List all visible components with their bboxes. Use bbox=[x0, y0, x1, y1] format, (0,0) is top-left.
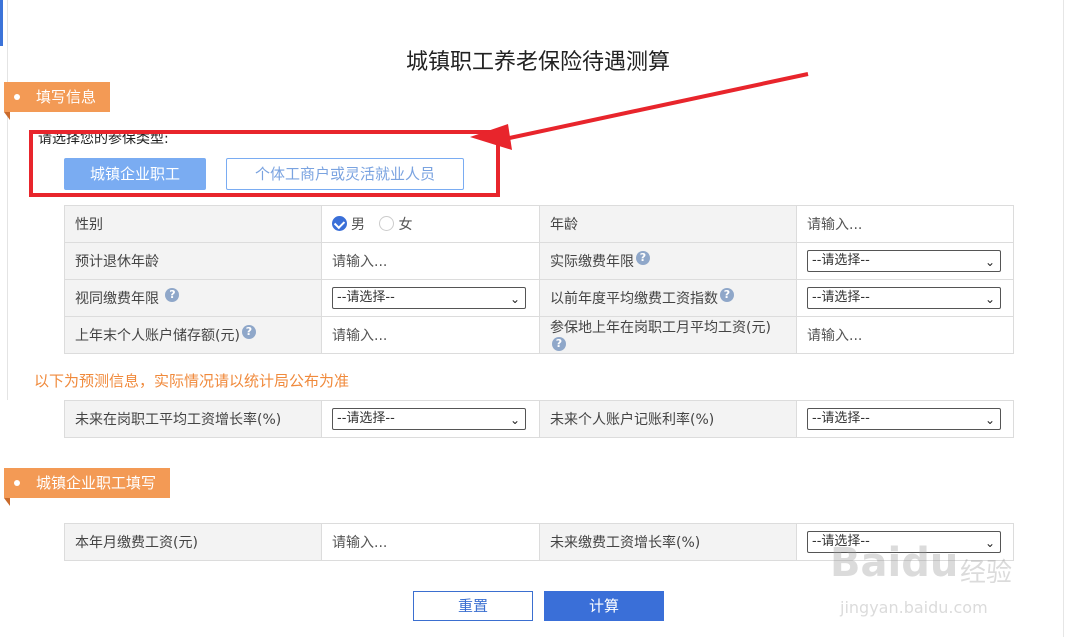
retire-age-input[interactable]: 请输入... bbox=[321, 242, 540, 280]
avg-wage-input[interactable]: 请输入... bbox=[796, 316, 1014, 354]
basic-info-table: 性别 男 女 年龄 请输入... 预计退休年龄 请输入... 实际缴费年限? -… bbox=[64, 205, 1014, 354]
gender-male-radio[interactable] bbox=[332, 216, 347, 231]
actual-years-select[interactable]: --请选择-- ⌄ bbox=[807, 250, 1001, 272]
gender-radio-group: 男 女 bbox=[321, 205, 540, 243]
gender-male-label: 男 bbox=[351, 217, 365, 233]
account-rate-cell: --请选择-- ⌄ bbox=[796, 400, 1014, 438]
wage-growth-select-value: --请选择-- bbox=[337, 411, 395, 426]
avg-index-select[interactable]: --请选择-- ⌄ bbox=[807, 287, 1001, 309]
table-row: 预计退休年龄 请输入... 实际缴费年限? --请选择-- ⌄ bbox=[64, 242, 1014, 280]
calculate-button[interactable]: 计算 bbox=[544, 591, 664, 621]
retire-age-label: 预计退休年龄 bbox=[64, 242, 322, 280]
account-balance-label: 上年末个人账户储存额(元) bbox=[75, 328, 240, 344]
reset-button[interactable]: 重置 bbox=[413, 591, 533, 621]
deemed-years-select-value: --请选择-- bbox=[337, 290, 395, 305]
help-icon[interactable]: ? bbox=[636, 251, 650, 265]
watermark-cn: 经验 bbox=[960, 558, 1013, 588]
wage-growth-select[interactable]: --请选择-- ⌄ bbox=[332, 408, 526, 430]
age-label: 年龄 bbox=[539, 205, 797, 243]
help-icon[interactable]: ? bbox=[165, 288, 180, 302]
help-icon[interactable]: ? bbox=[552, 337, 566, 351]
deemed-years-select[interactable]: --请选择-- ⌄ bbox=[332, 287, 526, 309]
table-row: 视同缴费年限 ? --请选择-- ⌄ 以前年度平均缴费工资指数? --请选择-- ⌄ bbox=[64, 279, 1014, 317]
account-rate-label: 未来个人账户记账利率(%) bbox=[539, 400, 797, 438]
watermark-url: jingyan.baidu.com bbox=[840, 598, 988, 617]
avg-index-label-cell: 以前年度平均缴费工资指数? bbox=[539, 279, 797, 317]
gender-female-radio[interactable] bbox=[379, 216, 395, 231]
avg-index-cell: --请选择-- ⌄ bbox=[796, 279, 1014, 317]
baidu-jingyan-watermark: Baidu 经验 jingyan.baidu.com bbox=[830, 518, 1040, 628]
table-row: 性别 男 女 年龄 请输入... bbox=[64, 205, 1014, 243]
table-row: 上年末个人账户储存额(元)? 请输入... 参保地上年在岗职工月平均工资(元)?… bbox=[64, 316, 1014, 354]
future-growth-label: 未来缴费工资增长率(%) bbox=[539, 523, 797, 561]
actual-years-label-cell: 实际缴费年限? bbox=[539, 242, 797, 280]
chevron-down-icon: ⌄ bbox=[509, 292, 520, 306]
section-urban-fill: 城镇企业职工填写 bbox=[4, 468, 171, 506]
forecast-notice: 以下为预测信息，实际情况请以统计局公布为准 bbox=[34, 372, 350, 390]
table-row: 未来在岗职工平均工资增长率(%) --请选择-- ⌄ 未来个人账户记账利率(%) … bbox=[64, 400, 1014, 438]
actual-years-select-value: --请选择-- bbox=[812, 253, 870, 268]
account-rate-select[interactable]: --请选择-- ⌄ bbox=[807, 408, 1001, 430]
avg-index-select-value: --请选择-- bbox=[812, 290, 870, 305]
deemed-years-label: 视同缴费年限 bbox=[75, 291, 159, 307]
help-icon[interactable]: ? bbox=[720, 288, 734, 302]
actual-years-label: 实际缴费年限 bbox=[550, 254, 634, 270]
chevron-down-icon: ⌄ bbox=[509, 413, 520, 427]
monthly-wage-label: 本年月缴费工资(元) bbox=[64, 523, 322, 561]
chevron-down-icon: ⌄ bbox=[984, 255, 995, 269]
wage-growth-label: 未来在岗职工平均工资增长率(%) bbox=[64, 400, 322, 438]
actual-years-cell: --请选择-- ⌄ bbox=[796, 242, 1014, 280]
wage-growth-cell: --请选择-- ⌄ bbox=[321, 400, 540, 438]
forecast-table: 未来在岗职工平均工资增长率(%) --请选择-- ⌄ 未来个人账户记账利率(%) … bbox=[64, 400, 1014, 438]
gender-female-label: 女 bbox=[398, 217, 413, 233]
deemed-years-cell: --请选择-- ⌄ bbox=[321, 279, 540, 317]
gender-label: 性别 bbox=[64, 205, 322, 243]
account-balance-label-cell: 上年末个人账户储存额(元)? bbox=[64, 316, 322, 354]
avg-wage-label: 参保地上年在岗职工月平均工资(元) bbox=[550, 320, 771, 336]
help-icon[interactable]: ? bbox=[241, 325, 256, 339]
monthly-wage-input[interactable]: 请输入... bbox=[321, 523, 540, 561]
deemed-years-label-cell: 视同缴费年限 ? bbox=[64, 279, 322, 317]
chevron-down-icon: ⌄ bbox=[984, 413, 995, 427]
account-balance-input[interactable]: 请输入... bbox=[321, 316, 540, 354]
avg-index-label: 以前年度平均缴费工资指数 bbox=[550, 291, 718, 307]
account-rate-select-value: --请选择-- bbox=[812, 411, 870, 426]
watermark-brand: Baidu bbox=[830, 540, 959, 586]
avg-wage-label-cell: 参保地上年在岗职工月平均工资(元)? bbox=[539, 316, 797, 354]
chevron-down-icon: ⌄ bbox=[984, 292, 995, 306]
age-input[interactable]: 请输入... bbox=[796, 205, 1014, 243]
